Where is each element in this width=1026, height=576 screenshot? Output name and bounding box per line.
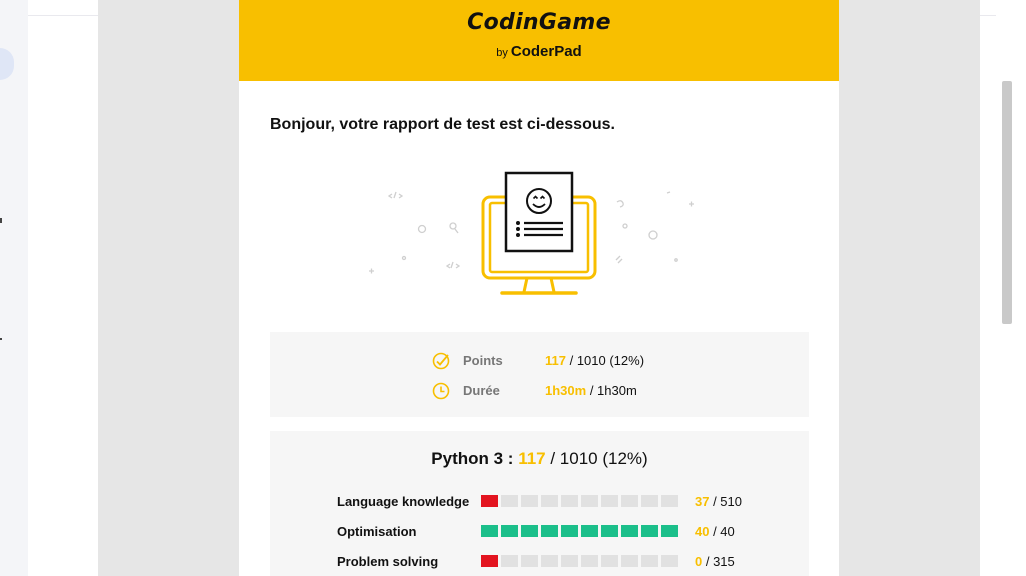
points-row: Points 117 / 1010 (12%)	[270, 349, 809, 373]
skill-bar-segment	[541, 555, 558, 567]
coderpad-logo: by CoderPad	[239, 43, 839, 60]
points-label: Points	[463, 353, 503, 368]
skill-max: / 315	[702, 554, 735, 569]
scrollbar-thumb[interactable]	[1002, 81, 1012, 324]
logo-by: by	[496, 47, 508, 59]
computer-report-smiley-icon	[369, 171, 694, 295]
skill-name: Problem solving	[337, 554, 439, 569]
logo-coderpad: CoderPad	[510, 43, 582, 60]
skill-bar-segment	[641, 495, 658, 507]
skill-bar-segment	[501, 495, 518, 507]
rail-mark	[0, 338, 2, 340]
skill-bar-segment	[561, 555, 578, 567]
skill-bar-segment	[661, 495, 678, 507]
duration-row: Durée 1h30m / 1h30m	[270, 379, 809, 403]
skill-bar-segment	[641, 525, 658, 537]
left-rail	[0, 0, 28, 576]
skill-bar-segment	[661, 555, 678, 567]
skill-row: Language knowledge 37 / 510	[270, 492, 809, 510]
skill-bar-segment	[501, 525, 518, 537]
summary-box: Points 117 / 1010 (12%) Durée 1h30m / 1h…	[270, 332, 809, 417]
points-total: / 1010 (12%)	[565, 353, 645, 368]
skill-name: Language knowledge	[337, 494, 470, 509]
email-card: CodinGame by CoderPad Bonjour, votre rapp…	[239, 0, 839, 576]
skill-progress-bar	[481, 555, 679, 567]
language-total: / 1010 (12%)	[545, 449, 648, 468]
skill-row: Problem solving 0 / 315	[270, 552, 809, 570]
duration-total: / 1h30m	[586, 383, 637, 398]
skill-bar-segment	[521, 495, 538, 507]
skill-bar-segment	[641, 555, 658, 567]
duration-score: 1h30m	[545, 383, 587, 398]
language-name: Python 3 :	[431, 449, 514, 468]
skill-name: Optimisation	[337, 524, 417, 539]
greeting-text: Bonjour, votre rapport de test est ci-de…	[270, 116, 615, 133]
clock-icon	[432, 382, 450, 400]
skill-bar-segment	[521, 525, 538, 537]
rail-mark	[0, 218, 2, 223]
skill-bar-segment	[521, 555, 538, 567]
check-circle-icon	[432, 352, 450, 370]
skill-bar-segment	[601, 525, 618, 537]
skill-bar-segment	[581, 525, 598, 537]
skill-max: / 40	[709, 524, 735, 539]
skill-bar-segment	[621, 495, 638, 507]
skill-bar-segment	[621, 525, 638, 537]
skill-bar-segment	[661, 525, 678, 537]
skill-bar-segment	[601, 555, 618, 567]
skill-bar-segment	[481, 495, 498, 507]
skill-bar-segment	[621, 555, 638, 567]
skill-bar-segment	[481, 555, 498, 567]
skill-score: 0 / 315	[695, 554, 735, 569]
rail-active-pill[interactable]	[0, 48, 14, 80]
codingame-logo: CodinGame	[467, 10, 611, 35]
language-title: Python 3 : 117 / 1010 (12%)	[270, 449, 809, 469]
skill-bar-segment	[601, 495, 618, 507]
points-score: 117	[545, 353, 566, 368]
skill-score: 37 / 510	[695, 494, 742, 509]
skill-bar-segment	[481, 525, 498, 537]
skill-bar-segment	[581, 555, 598, 567]
language-score: 117	[518, 449, 546, 468]
email-header: CodinGame by CoderPad	[239, 0, 839, 81]
skill-bar-segment	[541, 495, 558, 507]
skill-score: 40 / 40	[695, 524, 735, 539]
skill-points: 40	[695, 524, 710, 539]
skill-bar-segment	[561, 495, 578, 507]
skill-bar-segment	[501, 555, 518, 567]
points-value: 117 / 1010 (12%)	[545, 353, 644, 368]
language-box: Python 3 : 117 / 1010 (12%) Language kno…	[270, 431, 809, 576]
duration-label: Durée	[463, 383, 500, 398]
skill-points: 37	[695, 494, 710, 509]
skill-max: / 510	[709, 494, 742, 509]
skill-progress-bar	[481, 495, 679, 507]
skill-bar-segment	[541, 525, 558, 537]
skill-bar-segment	[561, 525, 578, 537]
skill-row: Optimisation 40 / 40	[270, 522, 809, 540]
skill-progress-bar	[481, 525, 679, 537]
skill-bar-segment	[581, 495, 598, 507]
duration-value: 1h30m / 1h30m	[545, 383, 637, 398]
